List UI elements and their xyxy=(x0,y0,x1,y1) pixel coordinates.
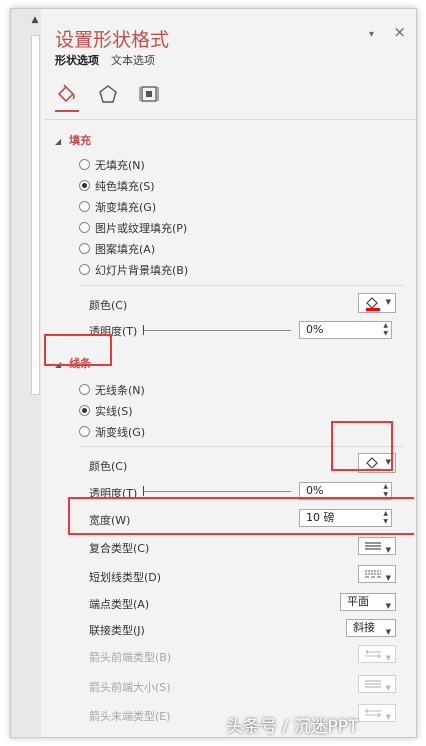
radio-button-selected[interactable] xyxy=(79,405,90,416)
slider-handle[interactable] xyxy=(143,486,144,496)
chevron-down-icon: ▼ xyxy=(385,298,391,306)
dropdown-value: 平面 xyxy=(347,595,369,608)
fill-option-pattern[interactable]: 图案填充(A) xyxy=(79,241,155,257)
chevron-down-icon: ▼ xyxy=(385,574,391,582)
radio-button-selected[interactable] xyxy=(79,180,90,191)
format-shape-pane: ▲ 设置形状格式 ▾ × 形状选项 文本选项 ◢ 填充 无填充(N) 纯色填充(… xyxy=(10,8,417,738)
radio-label: 无填充(N) xyxy=(95,159,145,172)
arrow-lines-icon xyxy=(365,708,381,718)
active-category-indicator xyxy=(55,110,79,112)
dash-type-dropdown[interactable]: ▼ xyxy=(358,565,396,583)
watermark: 头条号 / 沉迷PPT xyxy=(226,717,359,737)
chevron-down-icon: ▼ xyxy=(385,602,391,610)
fill-option-gradient[interactable]: 渐变填充(G) xyxy=(79,199,156,215)
arrow-end-type-label: 箭头末端类型(E) xyxy=(89,710,171,723)
fill-color-button[interactable]: ▼ xyxy=(358,293,396,313)
chevron-down-icon: ▼ xyxy=(385,684,391,692)
pane-options-icon[interactable]: ▾ xyxy=(369,29,374,40)
effects-pentagon-icon[interactable] xyxy=(96,83,120,105)
compound-type-label: 复合类型(C) xyxy=(89,542,150,555)
radio-label: 图片或纹理填充(P) xyxy=(95,222,188,235)
compound-lines-icon xyxy=(365,542,381,550)
fill-header-label: 填充 xyxy=(69,134,92,147)
pane-body: 设置形状格式 ▾ × 形状选项 文本选项 ◢ 填充 无填充(N) 纯色填充(S)… xyxy=(45,9,416,737)
divider xyxy=(79,285,404,286)
radio-button[interactable] xyxy=(79,201,90,212)
tab-shape-options[interactable]: 形状选项 xyxy=(55,52,99,68)
spinner-value: 0% xyxy=(306,484,324,497)
scrollbar-thumb[interactable] xyxy=(31,35,40,395)
line-color-label: 颜色(C) xyxy=(89,460,128,473)
dash-type-label: 短划线类型(D) xyxy=(89,571,162,584)
spinner-arrows-icon[interactable]: ▲ ▼ xyxy=(383,322,388,338)
join-type-dropdown[interactable]: 斜接 ▼ xyxy=(346,619,396,637)
radio-label: 图案填充(A) xyxy=(95,243,156,256)
radio-label: 实线(S) xyxy=(95,405,133,418)
divider xyxy=(45,119,416,120)
vertical-scrollbar[interactable]: ▲ xyxy=(11,9,41,737)
fill-section-header[interactable]: ◢ 填充 xyxy=(55,132,91,148)
pane-title: 设置形状格式 xyxy=(55,29,170,51)
radio-button[interactable] xyxy=(79,222,90,233)
arrow-begin-type-label: 箭头前端类型(B) xyxy=(89,651,172,664)
fill-transparency-slider[interactable] xyxy=(143,325,291,335)
tab-text-options[interactable]: 文本选项 xyxy=(111,52,155,68)
arrow-begin-size-label: 箭头前端大小(S) xyxy=(89,681,171,694)
radio-button[interactable] xyxy=(79,426,90,437)
scroll-up-arrow-icon[interactable]: ▲ xyxy=(30,15,40,25)
line-option-gradient[interactable]: 渐变线(G) xyxy=(79,424,145,440)
line-transparency-slider[interactable] xyxy=(143,486,291,496)
radio-label: 渐变填充(G) xyxy=(95,201,157,214)
fill-line-icon[interactable] xyxy=(55,83,79,105)
chevron-down-icon: ▼ xyxy=(385,546,391,554)
dropdown-value: 斜接 xyxy=(353,621,375,634)
collapse-triangle-icon: ◢ xyxy=(55,137,62,146)
category-icons xyxy=(55,83,173,107)
spinner-value: 0% xyxy=(306,323,324,336)
arrow-end-type-dropdown[interactable]: ▼ xyxy=(358,704,396,722)
join-type-label: 联接类型(J) xyxy=(89,624,145,637)
cap-type-label: 端点类型(A) xyxy=(89,598,150,611)
radio-button[interactable] xyxy=(79,159,90,170)
radio-button[interactable] xyxy=(79,264,90,275)
chevron-down-icon: ▼ xyxy=(385,713,391,721)
highlight-line-color xyxy=(331,421,393,471)
radio-label: 无线条(N) xyxy=(95,384,145,397)
cap-type-dropdown[interactable]: 平面 ▼ xyxy=(340,593,396,611)
radio-button[interactable] xyxy=(79,384,90,395)
line-option-none[interactable]: 无线条(N) xyxy=(79,382,145,398)
fill-option-solid[interactable]: 纯色填充(S) xyxy=(79,178,155,194)
fill-color-label: 颜色(C) xyxy=(89,299,128,312)
close-icon[interactable]: × xyxy=(393,23,406,41)
radio-button[interactable] xyxy=(79,243,90,254)
dash-lines-icon xyxy=(365,570,381,578)
fill-option-none[interactable]: 无填充(N) xyxy=(79,157,145,173)
highlight-line-width xyxy=(68,497,414,535)
arrow-begin-size-dropdown[interactable]: ▼ xyxy=(358,675,396,693)
radio-label: 渐变线(G) xyxy=(95,426,146,439)
radio-label: 幻灯片背景填充(B) xyxy=(95,264,189,277)
paint-bucket-icon xyxy=(366,297,380,311)
size-properties-icon[interactable] xyxy=(137,83,161,105)
arrow-lines-icon xyxy=(365,649,381,659)
fill-option-picture[interactable]: 图片或纹理填充(P) xyxy=(79,220,187,236)
slider-handle[interactable] xyxy=(143,325,144,335)
chevron-down-icon: ▼ xyxy=(385,654,391,662)
radio-label: 纯色填充(S) xyxy=(95,180,155,193)
arrow-begin-type-dropdown[interactable]: ▼ xyxy=(358,645,396,663)
chevron-down-icon: ▼ xyxy=(385,628,391,636)
compound-type-dropdown[interactable]: ▼ xyxy=(358,537,396,555)
highlight-line-header xyxy=(44,334,112,366)
line-option-solid[interactable]: 实线(S) xyxy=(79,403,133,419)
fill-transparency-spinner[interactable]: 0% ▲ ▼ xyxy=(299,321,392,339)
compound-lines-icon xyxy=(365,680,381,688)
fill-option-slide-background[interactable]: 幻灯片背景填充(B) xyxy=(79,262,188,278)
